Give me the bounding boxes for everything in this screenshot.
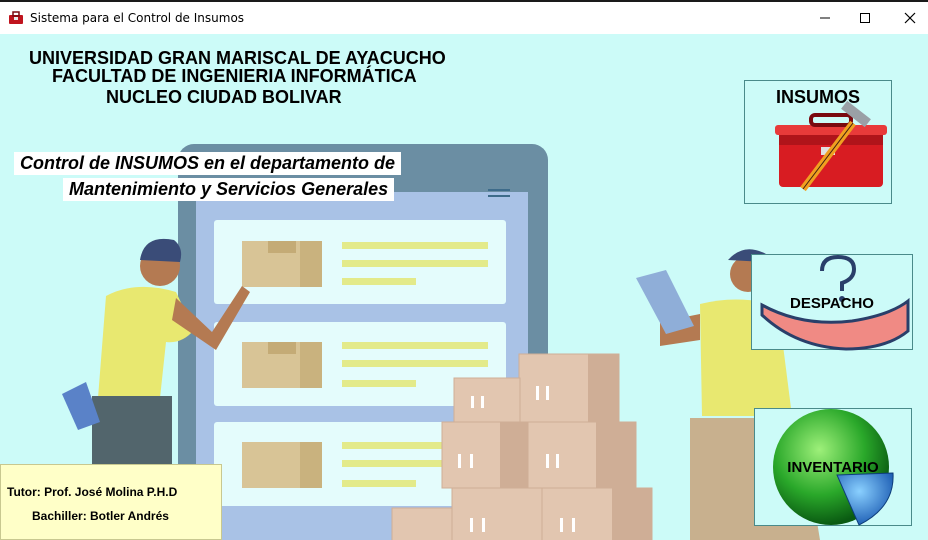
bachiller-label: Bachiller: Botler Andrés [32,509,169,523]
close-button[interactable] [888,2,928,34]
close-icon [904,12,916,24]
maximize-icon [860,13,870,23]
app-icon [9,11,23,24]
main-form: UNIVERSIDAD GRAN MARISCAL DE AYACUCHO FA… [0,34,928,540]
despacho-button[interactable]: DESPACHO [751,254,913,351]
minimize-button[interactable] [803,2,847,34]
despacho-label: DESPACHO [790,295,874,312]
tutor-label: Tutor: Prof. José Molina P.H.D [7,485,178,499]
header-faculty: FACULTAD DE INGENIERIA INFORMÁTICA [52,66,417,86]
window-title: Sistema para el Control de Insumos [30,11,245,25]
window-titlebar: Sistema para el Control de Insumos [0,0,928,34]
header-campus: NUCLEO CIUDAD BOLIVAR [106,87,342,107]
maximize-button[interactable] [843,2,887,34]
inventario-button[interactable]: INVENTARIO [754,408,912,526]
insumos-button[interactable]: INSUMOS [744,80,892,204]
minimize-icon [820,17,830,19]
inventario-label: INVENTARIO [787,459,879,476]
toolbox-icon [775,100,887,192]
subtitle-line1: Control de INSUMOS en el departamento de [14,152,402,175]
subtitle-line2: Mantenimiento y Servicios Generales [63,178,395,201]
credits-panel: Tutor: Prof. José Molina P.H.D Bachiller… [0,464,222,540]
